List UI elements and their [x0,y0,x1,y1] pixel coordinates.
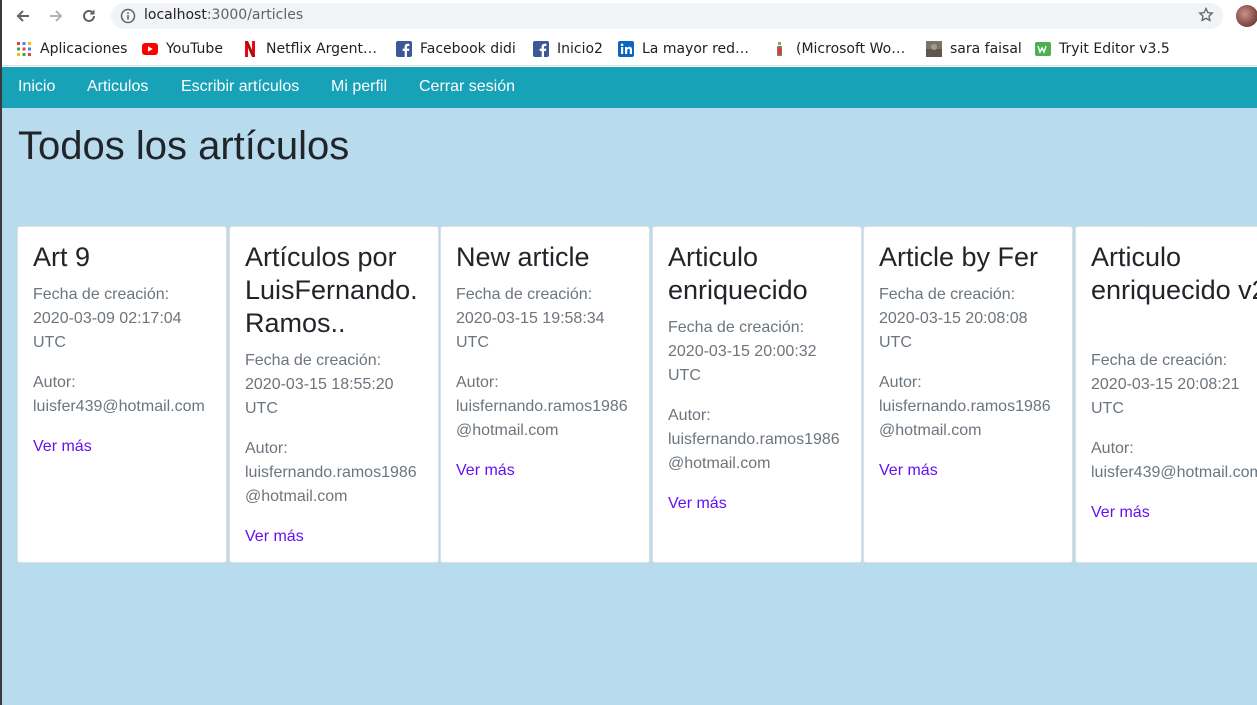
reload-icon[interactable] [77,4,101,28]
article-date: 2020-03-15 18:55:20 UTC [245,376,394,417]
main-content: Todos los artículos Art 9 Fecha de creac… [2,108,1257,705]
article-card: Art 9 Fecha de creación: 2020-03-09 02:1… [17,226,227,563]
article-title: Articulo enriquecido v2 [1091,242,1257,305]
article-author: luisfernando.ramos1986@hotmail.com [879,398,1051,439]
article-card: New article Fecha de creación: 2020-03-1… [440,226,650,563]
apps-grid-icon [16,41,32,57]
article-card: Article by Fer Fecha de creación: 2020-0… [863,226,1073,563]
ver-mas-link[interactable]: Ver más [668,495,727,512]
nav-link-articulos[interactable]: Articulos [87,78,148,96]
article-title: Art 9 [33,242,91,272]
ver-mas-link[interactable]: Ver más [245,528,304,545]
microsoft-icon [772,41,788,57]
nav-link-inicio[interactable]: Inicio [18,78,55,96]
w3schools-icon [1035,41,1051,57]
date-label: Fecha de creación: [245,352,382,369]
date-label: Fecha de creación: [668,319,805,336]
info-icon[interactable] [120,8,136,29]
date-label: Fecha de creación: [879,286,1016,303]
ver-mas-link[interactable]: Ver más [879,462,938,479]
article-meta: Fecha de creación: 2020-03-15 20:08:21 U… [1091,349,1257,525]
forward-arrow-icon[interactable] [44,4,68,28]
article-meta: Fecha de creación: 2020-03-15 20:00:32 U… [668,316,868,516]
ver-mas-link[interactable]: Ver más [33,438,92,455]
article-card: Articulo enriquecido v2 Fecha de creació… [1075,226,1257,563]
browser-toolbar: localhost:3000/articles [0,0,1257,32]
article-card: Articulo enriquecido Fecha de creación: … [652,226,862,563]
author-label: Autor: [33,374,76,391]
ver-mas-link[interactable]: Ver más [1091,504,1150,521]
facebook-icon [396,41,412,57]
app-navbar: Inicio Articulos Escribir artículos Mi p… [2,67,1257,108]
author-label: Autor: [879,374,922,391]
bookmark-inicio2[interactable]: Inicio2 [533,40,603,58]
article-author: luisfernando.ramos1986@hotmail.com [245,464,417,505]
article-date: 2020-03-15 20:00:32 UTC [668,343,817,384]
article-author: luisfernando.ramos1986@hotmail.com [668,431,840,472]
facebook-icon [533,41,549,57]
ver-mas-link[interactable]: Ver más [456,462,515,479]
nav-link-cerrar-sesion[interactable]: Cerrar sesión [419,78,515,96]
image-thumbnail-icon [926,41,942,57]
bookmark-sara-faisal[interactable]: sara faisal [926,40,1022,58]
youtube-icon [142,41,158,57]
author-label: Autor: [456,374,499,391]
bookmark-aplicaciones[interactable]: Aplicaciones [16,40,127,58]
bookmark-label: Tryit Editor v3.5 [1059,41,1170,57]
linkedin-icon [618,41,634,57]
article-card: Artículos por LuisFernando. Ramos.. Fech… [229,226,439,563]
article-title: New article [456,242,590,272]
profile-avatar[interactable] [1236,5,1257,27]
article-date: 2020-03-09 02:17:04 UTC [33,310,182,351]
date-label: Fecha de creación: [456,286,593,303]
bookmark-label: Aplicaciones [40,41,128,57]
bookmarks-bar: Aplicaciones YouTube Netflix Argent… Fac… [0,32,1257,66]
article-author: luisfer439@hotmail.com [1091,464,1257,481]
article-date: 2020-03-15 20:08:21 UTC [1091,376,1240,417]
article-date: 2020-03-15 20:08:08 UTC [879,310,1028,351]
date-label: Fecha de creación: [33,286,170,303]
bookmark-label: (Microsoft Wo… [796,41,906,57]
article-author: luisfer439@hotmail.com [33,398,205,415]
article-meta: Fecha de creación: 2020-03-15 20:08:08 U… [879,283,1079,483]
url-path: :3000/articles [206,7,304,23]
nav-link-mi-perfil[interactable]: Mi perfil [331,78,387,96]
netflix-icon [242,41,258,57]
address-bar[interactable]: localhost:3000/articles [111,3,1223,29]
author-label: Autor: [668,407,711,424]
article-meta: Fecha de creación: 2020-03-15 18:55:20 U… [245,349,445,549]
url-text[interactable]: localhost:3000/articles [144,7,303,23]
article-title: Articulo enriquecido [668,242,808,305]
nav-link-escribir-articulos[interactable]: Escribir artículos [181,78,299,96]
url-host: localhost [144,7,207,23]
article-author: luisfernando.ramos1986@hotmail.com [456,398,628,439]
bookmark-microsoft[interactable]: (Microsoft Wo… [772,40,905,58]
bookmark-label: sara faisal [950,41,1022,57]
article-meta: Fecha de creación: 2020-03-15 19:58:34 U… [456,283,656,483]
bookmark-netflix[interactable]: Netflix Argent… [242,40,377,58]
bookmark-label: Netflix Argent… [266,41,377,57]
bookmark-label: La mayor red… [642,41,750,57]
bookmark-label: Facebook didi [420,41,516,57]
back-arrow-icon[interactable] [11,4,35,28]
bookmark-label: YouTube [166,41,223,57]
page-title: Todos los artículos [18,124,350,168]
bookmark-tryit-editor[interactable]: Tryit Editor v3.5 [1035,40,1170,58]
bookmark-youtube[interactable]: YouTube [142,40,223,58]
author-label: Autor: [1091,440,1134,457]
article-title: Article by Fer [879,242,1039,272]
article-meta: Fecha de creación: 2020-03-09 02:17:04 U… [33,283,233,459]
bookmark-facebook-didi[interactable]: Facebook didi [396,40,516,58]
date-label: Fecha de creación: [1091,352,1228,369]
article-date: 2020-03-15 19:58:34 UTC [456,310,605,351]
article-title: Artículos por LuisFernando. Ramos.. [245,242,418,338]
bookmark-linkedin[interactable]: La mayor red… [618,40,749,58]
bookmark-label: Inicio2 [557,41,603,57]
window-edge [0,0,2,705]
star-icon[interactable] [1198,6,1214,28]
author-label: Autor: [245,440,288,457]
